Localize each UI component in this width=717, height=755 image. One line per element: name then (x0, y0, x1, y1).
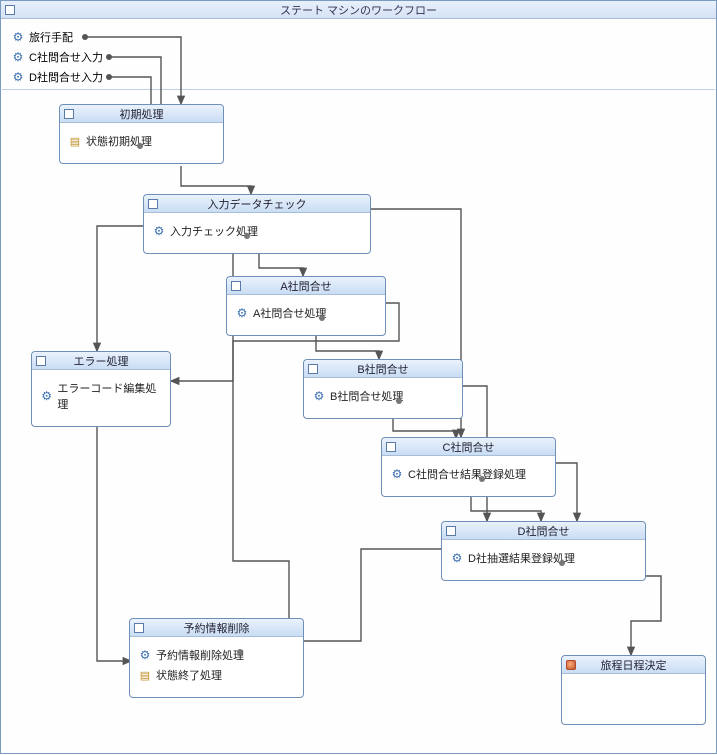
activity-label: C社問合せ結果登録処理 (408, 466, 526, 482)
state-final[interactable]: 旅程日程決定 (561, 655, 706, 725)
header-divider (2, 89, 715, 90)
activity-label: 予約情報削除処理 (156, 647, 244, 663)
gear-icon: ⚙ (11, 50, 25, 64)
activity[interactable]: ⚙ D社抽選結果登録処理 (450, 550, 637, 566)
activity[interactable]: ▤ 状態終了処理 (138, 667, 295, 683)
state-delete[interactable]: 予約情報削除 ⚙ 予約情報削除処理 ▤ 状態終了処理 (129, 618, 304, 698)
state-title: 入力データチェック (144, 196, 370, 212)
gear-icon: ⚙ (312, 389, 326, 403)
state-d[interactable]: D社問合せ ⚙ D社抽選結果登録処理 (441, 521, 646, 581)
input-d[interactable]: ⚙ D社問合せ入力 (11, 67, 103, 87)
activity-label: 状態終了処理 (156, 667, 222, 683)
state-a[interactable]: A社問合せ ⚙ A社問合せ処理 (226, 276, 386, 336)
gear-icon: ⚙ (450, 551, 464, 565)
state-validate[interactable]: 入力データチェック ⚙ 入力チェック処理 (143, 194, 371, 254)
state-init[interactable]: 初期処理 ▤ 状態初期処理 (59, 104, 224, 164)
state-header: 初期処理 (60, 105, 223, 123)
activity-label: B社問合せ処理 (330, 388, 403, 404)
window-title: ステート マシンのワークフロー (1, 2, 716, 18)
document-icon: ▤ (138, 668, 152, 682)
activity[interactable]: ⚙ C社問合せ結果登録処理 (390, 466, 547, 482)
gear-icon: ⚙ (390, 467, 404, 481)
activity[interactable]: ⚙ 予約情報削除処理 (138, 647, 295, 663)
state-title: 予約情報削除 (130, 620, 303, 636)
state-title: エラー処理 (32, 353, 170, 369)
state-header: D社問合せ (442, 522, 645, 540)
input-label: 旅行手配 (29, 29, 73, 45)
state-header: C社問合せ (382, 438, 555, 456)
activity[interactable]: ⚙ エラーコード編集処理 (40, 380, 162, 412)
state-title: C社問合せ (382, 439, 555, 455)
activity[interactable]: ⚙ A社問合せ処理 (235, 305, 377, 321)
workflow-canvas: ステート マシンのワークフロー ⚙ 旅行手配 ⚙ C社問合せ入力 ⚙ D社問合せ… (0, 0, 717, 754)
state-c[interactable]: C社問合せ ⚙ C社問合せ結果登録処理 (381, 437, 556, 497)
gear-icon: ⚙ (40, 389, 53, 403)
input-c[interactable]: ⚙ C社問合せ入力 (11, 47, 103, 67)
state-header: 入力データチェック (144, 195, 370, 213)
state-header: B社問合せ (304, 360, 462, 378)
state-header: 旅程日程決定 (562, 656, 705, 674)
state-title: D社問合せ (442, 523, 645, 539)
input-travel[interactable]: ⚙ 旅行手配 (11, 27, 103, 47)
state-header: 予約情報削除 (130, 619, 303, 637)
state-header: A社問合せ (227, 277, 385, 295)
input-list: ⚙ 旅行手配 ⚙ C社問合せ入力 ⚙ D社問合せ入力 (11, 27, 103, 87)
activity-label: エラーコード編集処理 (57, 380, 162, 412)
gear-icon: ⚙ (235, 306, 249, 320)
window-titlebar: ステート マシンのワークフロー (1, 1, 716, 19)
state-title: A社問合せ (227, 278, 385, 294)
state-title: B社問合せ (304, 361, 462, 377)
gear-icon: ⚙ (11, 30, 25, 44)
state-error[interactable]: エラー処理 ⚙ エラーコード編集処理 (31, 351, 171, 427)
activity[interactable]: ⚙ 入力チェック処理 (152, 223, 362, 239)
gear-icon: ⚙ (11, 70, 25, 84)
state-title: 初期処理 (60, 106, 223, 122)
input-label: C社問合せ入力 (29, 49, 103, 65)
gear-icon: ⚙ (152, 224, 166, 238)
activity[interactable]: ⚙ B社問合せ処理 (312, 388, 454, 404)
activity-label: A社問合せ処理 (253, 305, 326, 321)
input-label: D社問合せ入力 (29, 69, 103, 85)
gear-icon: ⚙ (138, 648, 152, 662)
window-icon (5, 5, 15, 15)
state-b[interactable]: B社問合せ ⚙ B社問合せ処理 (303, 359, 463, 419)
state-title: 旅程日程決定 (562, 657, 705, 673)
state-header: エラー処理 (32, 352, 170, 370)
document-icon: ▤ (68, 134, 82, 148)
